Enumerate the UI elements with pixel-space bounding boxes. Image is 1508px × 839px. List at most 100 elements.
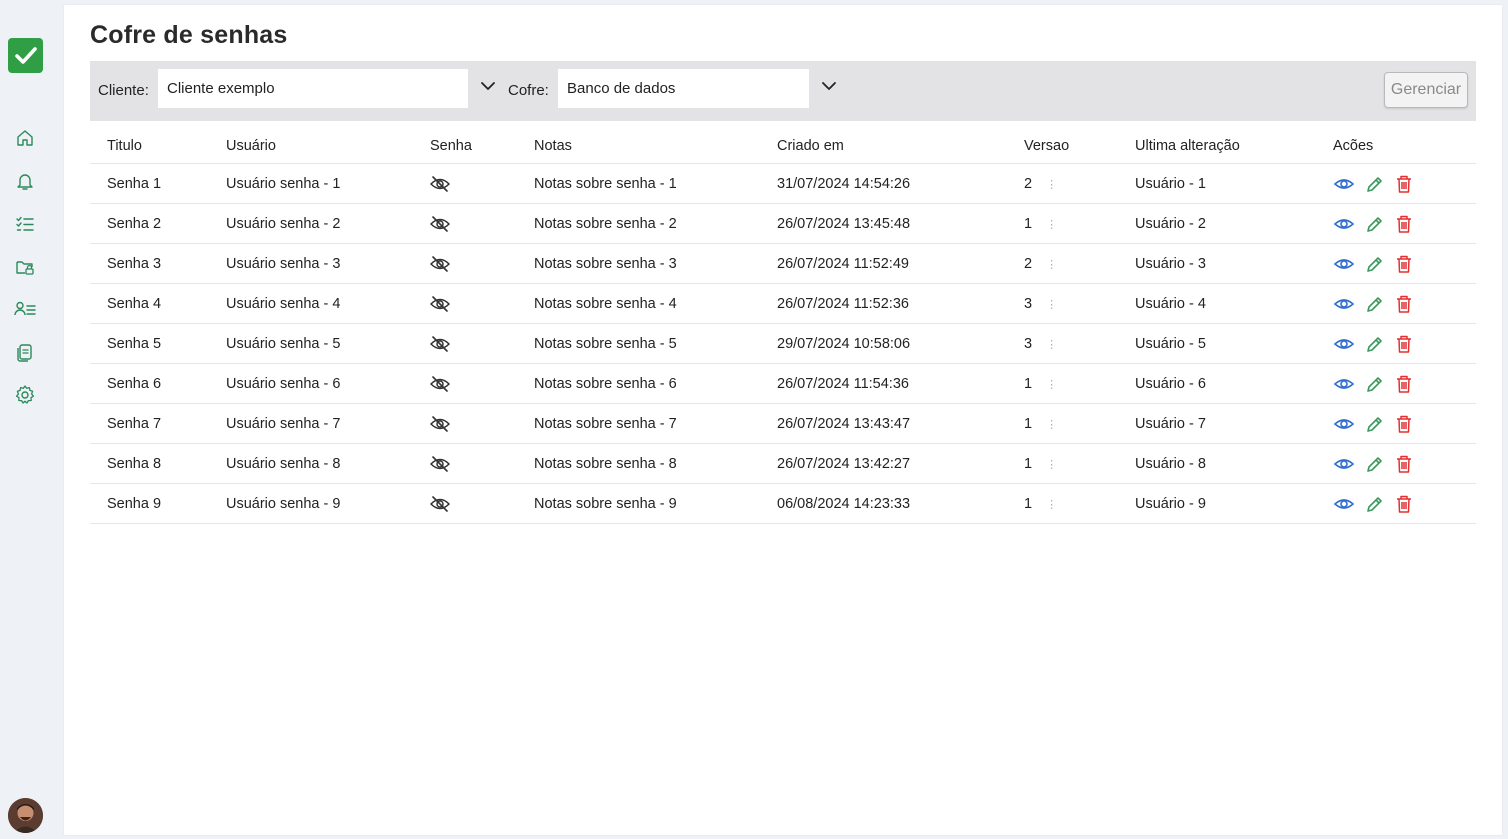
table-row[interactable]: Senha 2 Usuário senha - 2 Notas sobre se…	[90, 203, 1476, 244]
cell-actions	[1333, 203, 1476, 244]
edit-icon[interactable]	[1363, 254, 1385, 274]
version-menu-icon[interactable]: ⋮	[1046, 299, 1057, 311]
eye-slash-icon[interactable]	[429, 255, 451, 273]
eye-slash-icon[interactable]	[429, 175, 451, 193]
version-menu-icon[interactable]: ⋮	[1046, 259, 1057, 271]
main-panel: Cofre de senhas Cliente: Cliente exemplo…	[64, 5, 1502, 835]
delete-icon[interactable]	[1393, 374, 1415, 394]
cell-user: Usuário senha - 5	[226, 323, 430, 364]
edit-icon[interactable]	[1363, 374, 1385, 394]
cell-version: 3 ⋮	[1024, 323, 1135, 364]
version-menu-icon[interactable]: ⋮	[1046, 219, 1057, 231]
version-menu-icon[interactable]: ⋮	[1046, 499, 1057, 511]
col-header-version[interactable]: Versao	[1024, 129, 1135, 164]
edit-icon[interactable]	[1363, 294, 1385, 314]
manage-button[interactable]: Gerenciar	[1384, 72, 1468, 108]
edit-icon[interactable]	[1363, 414, 1385, 434]
version-menu-icon[interactable]: ⋮	[1046, 379, 1057, 391]
sidebar-item-home[interactable]	[14, 127, 36, 149]
cell-version: 1 ⋮	[1024, 403, 1135, 444]
cell-title: Senha 7	[90, 403, 226, 444]
cell-password	[429, 443, 534, 484]
eye-slash-icon[interactable]	[429, 375, 451, 393]
table-row[interactable]: Senha 3 Usuário senha - 3 Notas sobre se…	[90, 243, 1476, 284]
col-header-password[interactable]: Senha	[430, 129, 534, 164]
cell-last-change: Usuário - 7	[1135, 403, 1333, 444]
eye-slash-icon[interactable]	[429, 415, 451, 433]
table-row[interactable]: Senha 9 Usuário senha - 9 Notas sobre se…	[90, 483, 1476, 524]
view-icon[interactable]	[1333, 334, 1355, 354]
view-icon[interactable]	[1333, 294, 1355, 314]
cell-notes: Notas sobre senha - 2	[534, 203, 777, 244]
chevron-down-icon[interactable]	[480, 80, 496, 92]
cell-user: Usuário senha - 8	[226, 443, 430, 484]
sidebar-item-users[interactable]	[14, 298, 36, 320]
col-header-title[interactable]: Titulo	[90, 129, 226, 164]
view-icon[interactable]	[1333, 454, 1355, 474]
user-avatar[interactable]	[8, 798, 43, 833]
version-number: 2	[1024, 255, 1033, 272]
client-select[interactable]: Cliente exemplo	[158, 69, 468, 108]
folder-lock-icon	[16, 261, 34, 275]
delete-icon[interactable]	[1393, 174, 1415, 194]
edit-icon[interactable]	[1363, 174, 1385, 194]
edit-icon[interactable]	[1363, 334, 1385, 354]
eye-slash-icon[interactable]	[429, 335, 451, 353]
sidebar-item-settings[interactable]	[14, 384, 36, 406]
delete-icon[interactable]	[1393, 494, 1415, 514]
cell-title: Senha 5	[90, 323, 226, 364]
table-row[interactable]: Senha 1 Usuário senha - 1 Notas sobre se…	[90, 163, 1476, 204]
view-icon[interactable]	[1333, 494, 1355, 514]
table-row[interactable]: Senha 6 Usuário senha - 6 Notas sobre se…	[90, 363, 1476, 404]
app-logo[interactable]	[8, 38, 43, 73]
delete-icon[interactable]	[1393, 414, 1415, 434]
table-row[interactable]: Senha 8 Usuário senha - 8 Notas sobre se…	[90, 443, 1476, 484]
sidebar-item-notifications[interactable]	[14, 170, 36, 192]
view-icon[interactable]	[1333, 374, 1355, 394]
version-menu-icon[interactable]: ⋮	[1046, 459, 1057, 471]
view-icon[interactable]	[1333, 414, 1355, 434]
version-number: 1	[1024, 495, 1033, 512]
table-row[interactable]: Senha 4 Usuário senha - 4 Notas sobre se…	[90, 283, 1476, 324]
view-icon[interactable]	[1333, 254, 1355, 274]
cell-created: 26/07/2024 13:43:47	[777, 403, 1024, 444]
col-header-notes[interactable]: Notas	[534, 129, 777, 164]
edit-icon[interactable]	[1363, 214, 1385, 234]
cell-created: 29/07/2024 10:58:06	[777, 323, 1024, 364]
cell-actions	[1333, 283, 1476, 324]
cell-title: Senha 2	[90, 203, 226, 244]
eye-slash-icon[interactable]	[429, 455, 451, 473]
vault-select[interactable]: Banco de dados	[558, 69, 809, 108]
sidebar-item-tasks[interactable]	[14, 213, 36, 235]
col-header-last-change[interactable]: Ultima alteração	[1135, 129, 1333, 164]
version-menu-icon[interactable]: ⋮	[1046, 179, 1057, 191]
view-icon[interactable]	[1333, 214, 1355, 234]
cell-version: 1 ⋮	[1024, 443, 1135, 484]
delete-icon[interactable]	[1393, 334, 1415, 354]
edit-icon[interactable]	[1363, 494, 1385, 514]
table-row[interactable]: Senha 7 Usuário senha - 7 Notas sobre se…	[90, 403, 1476, 444]
eye-slash-icon[interactable]	[429, 215, 451, 233]
sidebar-item-documents[interactable]	[14, 341, 36, 363]
delete-icon[interactable]	[1393, 294, 1415, 314]
col-header-created[interactable]: Criado em	[777, 129, 1024, 164]
cell-created: 26/07/2024 11:52:36	[777, 283, 1024, 324]
eye-slash-icon[interactable]	[429, 295, 451, 313]
delete-icon[interactable]	[1393, 214, 1415, 234]
view-icon[interactable]	[1333, 174, 1355, 194]
eye-slash-icon[interactable]	[429, 495, 451, 513]
avatar-icon	[8, 798, 43, 833]
delete-icon[interactable]	[1393, 454, 1415, 474]
version-menu-icon[interactable]: ⋮	[1046, 419, 1057, 431]
col-header-user[interactable]: Usuário	[226, 129, 430, 164]
version-menu-icon[interactable]: ⋮	[1046, 339, 1057, 351]
sidebar-item-vault[interactable]	[14, 256, 36, 278]
passwords-table: Titulo Usuário Senha Notas Criado em Ver…	[90, 129, 1476, 524]
chevron-down-icon[interactable]	[821, 80, 837, 92]
delete-icon[interactable]	[1393, 254, 1415, 274]
cell-actions	[1333, 443, 1476, 484]
cell-last-change: Usuário - 9	[1135, 483, 1333, 524]
cell-last-change: Usuário - 3	[1135, 243, 1333, 284]
table-row[interactable]: Senha 5 Usuário senha - 5 Notas sobre se…	[90, 323, 1476, 364]
edit-icon[interactable]	[1363, 454, 1385, 474]
